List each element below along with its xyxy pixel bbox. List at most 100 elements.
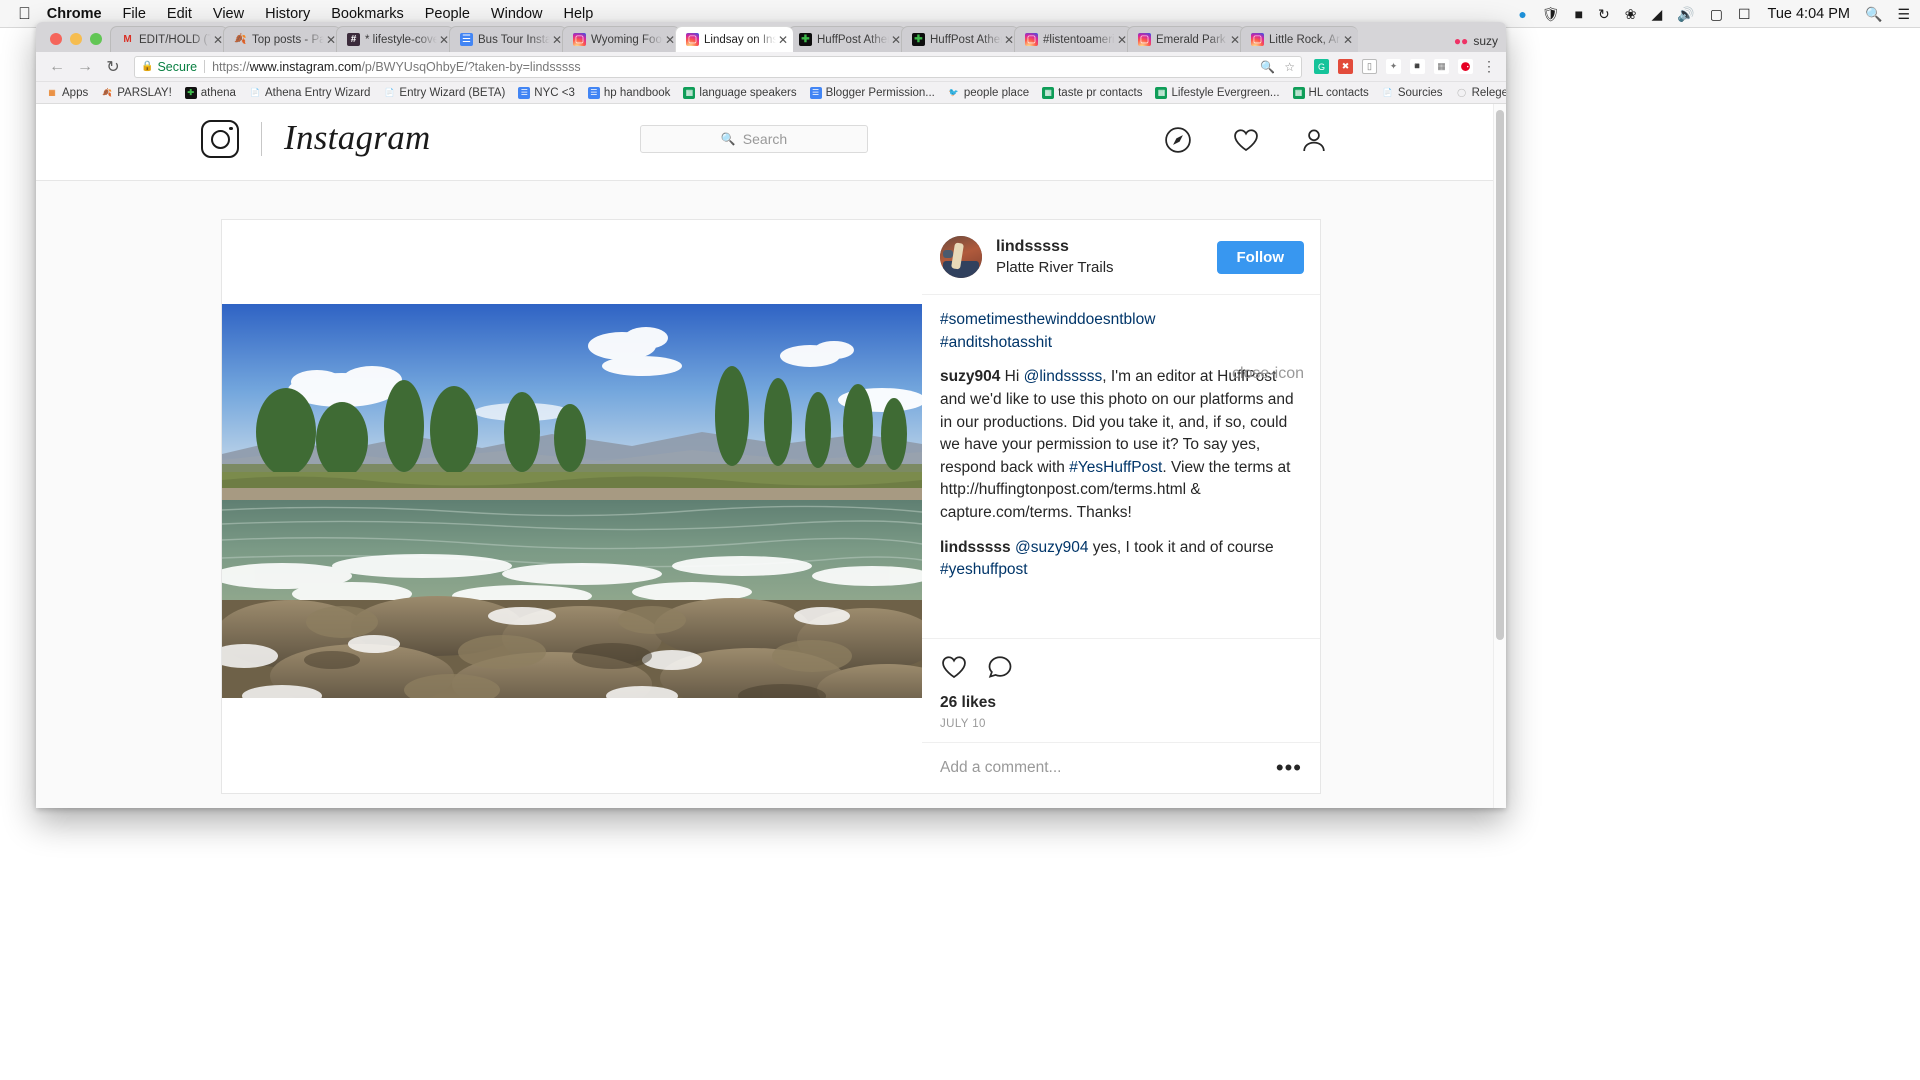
bookmark-nyc[interactable]: ☰ NYC <3 bbox=[518, 86, 575, 99]
compass-explore-icon[interactable] bbox=[1164, 126, 1192, 154]
person-profile-icon[interactable] bbox=[1300, 126, 1328, 154]
new-tab-button[interactable] bbox=[1361, 30, 1387, 52]
bookmark-sourcies[interactable]: 📄 Sourcies bbox=[1382, 87, 1443, 99]
tab-huffpost-athena-2[interactable]: ✚ HuffPost Athena ✕ bbox=[901, 26, 1019, 52]
bookmark-athena-entry-wizard[interactable]: 📄 Athena Entry Wizard bbox=[249, 87, 370, 99]
bookmark-parslay[interactable]: 🍂 PARSLAY! bbox=[101, 87, 172, 99]
bookmark-language-speakers[interactable]: ▦ language speakers bbox=[683, 86, 797, 99]
speech-bubble-icon[interactable] bbox=[986, 653, 1014, 686]
forward-button[interactable]: → bbox=[74, 58, 96, 76]
page-scrollbar[interactable] bbox=[1493, 104, 1506, 808]
bookmark-people-place[interactable]: 🐦 people place bbox=[948, 87, 1029, 99]
hashtag-link[interactable]: #anditshotasshit bbox=[940, 334, 1052, 351]
block-icon[interactable]: ✖ bbox=[1338, 59, 1353, 74]
post-location[interactable]: Platte River Trails bbox=[996, 258, 1114, 278]
close-window-button[interactable] bbox=[50, 33, 62, 45]
bookmark-apps[interactable]: ▦ Apps bbox=[46, 87, 88, 99]
address-bar[interactable]: 🔒 Secure https://www.instagram.com/p/BWY… bbox=[134, 55, 1302, 78]
tab-little-rock[interactable]: ▢ Little Rock, Arkan ✕ bbox=[1240, 26, 1358, 52]
menu-item-file[interactable]: File bbox=[123, 6, 146, 22]
river-rapids-photo[interactable] bbox=[222, 304, 922, 698]
tab-edit-hold[interactable]: M EDIT/HOLD (Tra ✕ bbox=[110, 26, 228, 52]
bookmark-blogger-permission[interactable]: ☰ Blogger Permission... bbox=[809, 86, 935, 99]
post-username[interactable]: lindsssss bbox=[996, 236, 1114, 258]
menu-bar-clock[interactable]: Tue 4:04 PM bbox=[1768, 6, 1850, 22]
bookmark-relegence[interactable]: ◯ Relegence bbox=[1456, 87, 1506, 99]
hashtag-link[interactable]: #sometimesthewinddoesntblow bbox=[940, 311, 1155, 328]
tab-title: Emerald Park • I bbox=[1156, 33, 1228, 46]
post-actions bbox=[922, 638, 1320, 686]
hashtag-link[interactable]: #yeshuffpost bbox=[940, 561, 1028, 578]
back-button[interactable]: ← bbox=[46, 58, 68, 76]
more-options-button[interactable]: ••• bbox=[1276, 757, 1302, 779]
tab-close-icon[interactable]: ✕ bbox=[776, 33, 790, 47]
notification-center-icon[interactable]: ☰ bbox=[1897, 6, 1910, 23]
mention-link[interactable]: @suzy904 bbox=[1015, 539, 1088, 556]
tab-lindsay-on-instagram[interactable]: ▢ Lindsay on Insta ✕ bbox=[675, 26, 793, 52]
bookmark-lifestyle-evergreen[interactable]: ▦ Lifestyle Evergreen... bbox=[1155, 86, 1280, 99]
volume-icon[interactable]: 🔊 bbox=[1677, 6, 1694, 23]
menu-item-view[interactable]: View bbox=[213, 6, 244, 22]
menu-item-people[interactable]: People bbox=[425, 6, 470, 22]
likes-count[interactable]: 26 likes bbox=[922, 686, 1320, 714]
star-icon[interactable]: ☆ bbox=[1284, 60, 1295, 74]
battery-icon[interactable]: ■ bbox=[1575, 6, 1583, 22]
menu-item-help[interactable]: Help bbox=[563, 6, 593, 22]
bookmark-taste-pr-contacts[interactable]: ▦ taste pr contacts bbox=[1042, 86, 1142, 99]
bookmark-entry-wizard-beta[interactable]: 📄 Entry Wizard (BETA) bbox=[383, 87, 505, 99]
chrome-menu-icon[interactable]: ⋮ bbox=[1482, 59, 1496, 73]
instagram-logo[interactable]: Instagram bbox=[201, 118, 431, 159]
tab-close-icon[interactable]: ✕ bbox=[1341, 33, 1355, 47]
tab-emerald-park[interactable]: ▢ Emerald Park • I ✕ bbox=[1127, 26, 1245, 52]
screen-icon[interactable]: ▢ bbox=[1710, 6, 1723, 23]
bookmark-label: Sourcies bbox=[1397, 86, 1443, 99]
zoom-icon[interactable]: 🔍 bbox=[1260, 60, 1275, 74]
tab-bus-tour-insta[interactable]: ☰ Bus Tour Insta P ✕ bbox=[449, 26, 567, 52]
dropbox-icon[interactable]: ● bbox=[1518, 6, 1526, 22]
grammarly-icon[interactable]: G bbox=[1314, 59, 1329, 74]
spotlight-search-icon[interactable]: 🔍 bbox=[1865, 6, 1882, 23]
tab-lifestyle-coven[interactable]: # * lifestyle-coven ✕ bbox=[336, 26, 454, 52]
menu-item-edit[interactable]: Edit bbox=[167, 6, 192, 22]
shield-icon[interactable]: 🛡 bbox=[1542, 6, 1560, 23]
menu-item-bookmarks[interactable]: Bookmarks bbox=[331, 6, 404, 22]
minimize-window-button[interactable] bbox=[70, 33, 82, 45]
tab-huffpost-athena-1[interactable]: ✚ HuffPost Athena ✕ bbox=[788, 26, 906, 52]
add-comment-input[interactable]: Add a comment... bbox=[940, 759, 1061, 777]
bookmark-hl-contacts[interactable]: ▦ HL contacts bbox=[1292, 86, 1369, 99]
close-icon[interactable]: close-icon bbox=[1232, 366, 1304, 382]
time-machine-icon[interactable]: ↻ bbox=[1598, 6, 1610, 23]
search-input[interactable]: 🔍 Search bbox=[640, 125, 868, 153]
mention-link[interactable]: @lindsssss bbox=[1024, 368, 1103, 385]
bookmark-athena[interactable]: ✚ athena bbox=[184, 86, 236, 99]
follow-button[interactable]: Follow bbox=[1216, 240, 1304, 274]
tab-wyoming-food[interactable]: ▢ Wyoming Food F ✕ bbox=[562, 26, 680, 52]
input-source-icon[interactable]: ☐ bbox=[1738, 6, 1751, 23]
tab-icon[interactable]: ▯ bbox=[1362, 59, 1377, 74]
avatar[interactable] bbox=[940, 236, 982, 278]
tab-top-posts[interactable]: 🍂 Top posts - Pars ✕ bbox=[223, 26, 341, 52]
hashtag-link[interactable]: #YesHuffPost bbox=[1069, 459, 1162, 476]
menu-item-window[interactable]: Window bbox=[491, 6, 543, 22]
bookmark-hp-handbook[interactable]: ☰ hp handbook bbox=[587, 86, 670, 99]
bird-icon: 🐦 bbox=[948, 88, 959, 97]
cast-icon[interactable]: ◾ bbox=[1410, 59, 1425, 74]
pin-icon[interactable]: ✦ bbox=[1386, 59, 1401, 74]
pinterest-icon[interactable]: ⚈ bbox=[1458, 59, 1473, 74]
profile-chip[interactable]: ●● suzy bbox=[1454, 34, 1498, 48]
maximize-window-button[interactable] bbox=[90, 33, 102, 45]
bluetooth-icon[interactable]: ❀ bbox=[1625, 6, 1637, 23]
comment-author[interactable]: lindsssss bbox=[940, 539, 1011, 556]
menu-item-chrome[interactable]: Chrome bbox=[47, 6, 102, 22]
apple-logo-icon[interactable]:  bbox=[18, 5, 31, 22]
reload-button[interactable]: ↻ bbox=[102, 57, 124, 77]
heart-icon[interactable] bbox=[940, 653, 968, 686]
grid-icon[interactable]: ▦ bbox=[1434, 59, 1449, 74]
comment-author[interactable]: suzy904 bbox=[940, 368, 1000, 385]
wifi-icon[interactable]: ◢ bbox=[1652, 6, 1663, 23]
tab-listentoamerica[interactable]: ▢ #listentoamerica ✕ bbox=[1014, 26, 1132, 52]
heart-activity-icon[interactable] bbox=[1232, 126, 1260, 154]
instagram-navbar: Instagram 🔍 Search bbox=[36, 104, 1506, 181]
menu-item-history[interactable]: History bbox=[265, 6, 310, 22]
scrollbar-thumb[interactable] bbox=[1496, 110, 1504, 640]
